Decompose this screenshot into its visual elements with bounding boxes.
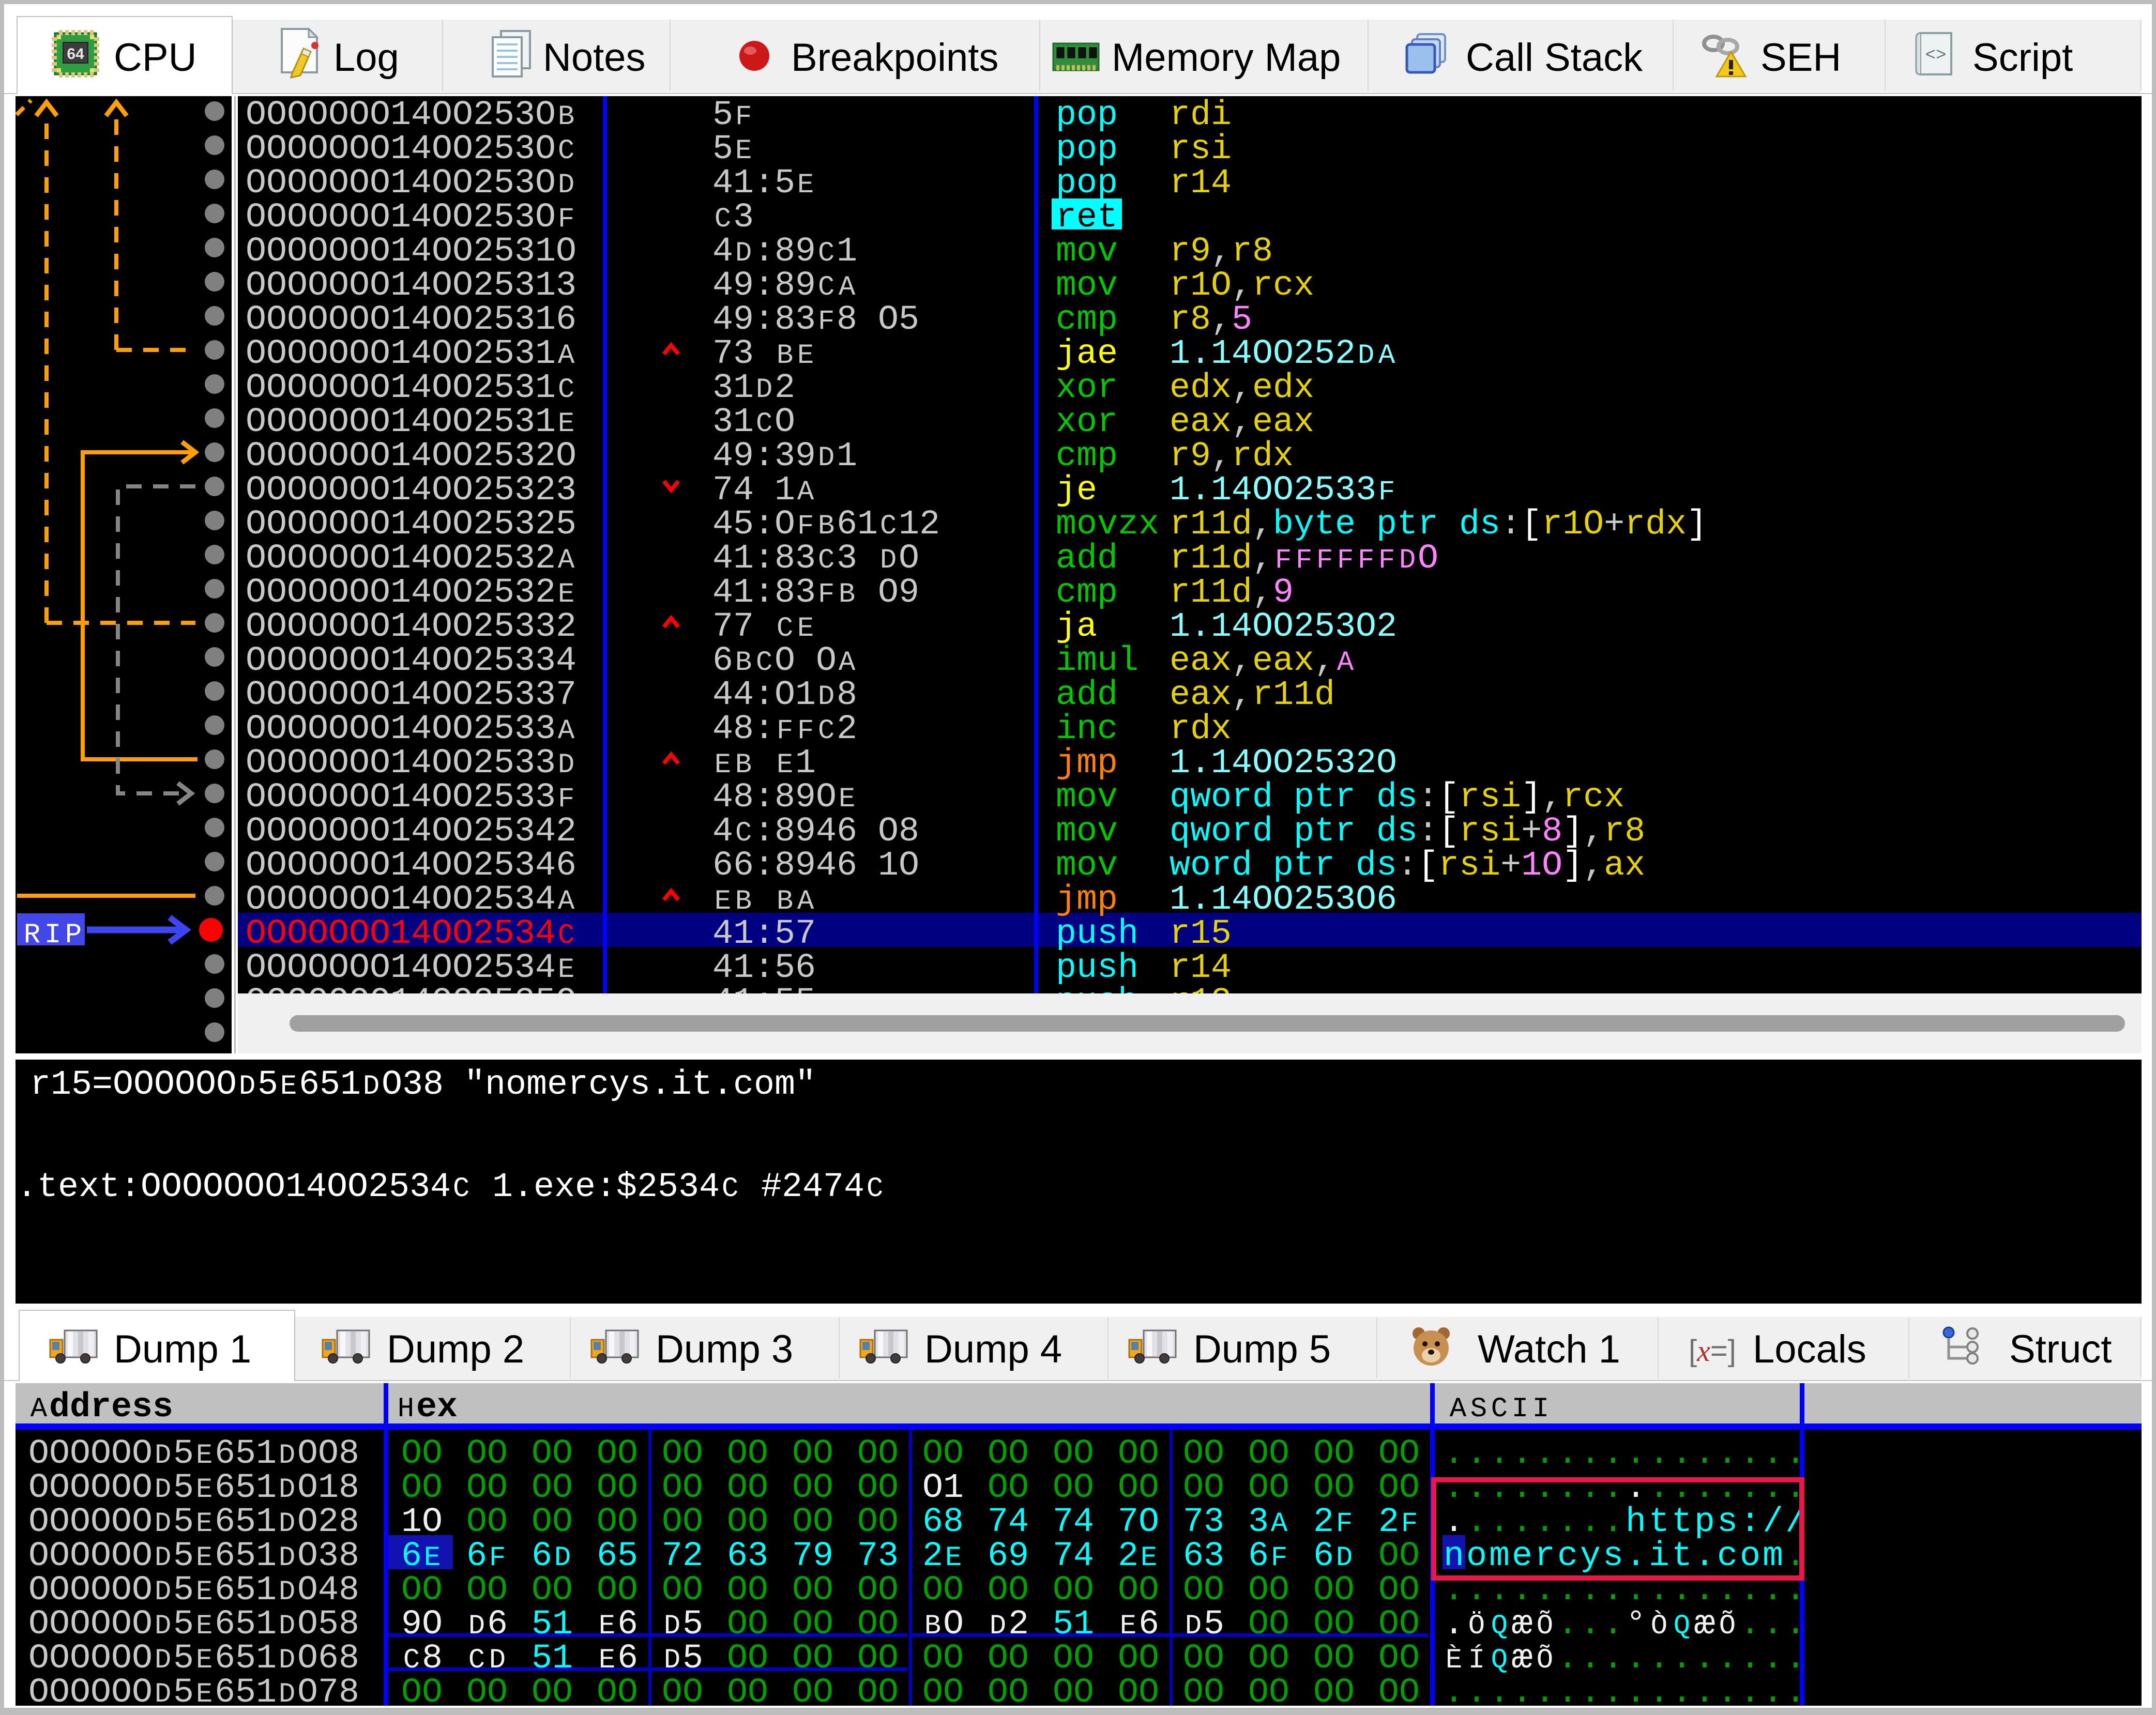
svg-text:64: 64 [67,45,84,63]
svg-text:<>: <> [1925,46,1947,66]
